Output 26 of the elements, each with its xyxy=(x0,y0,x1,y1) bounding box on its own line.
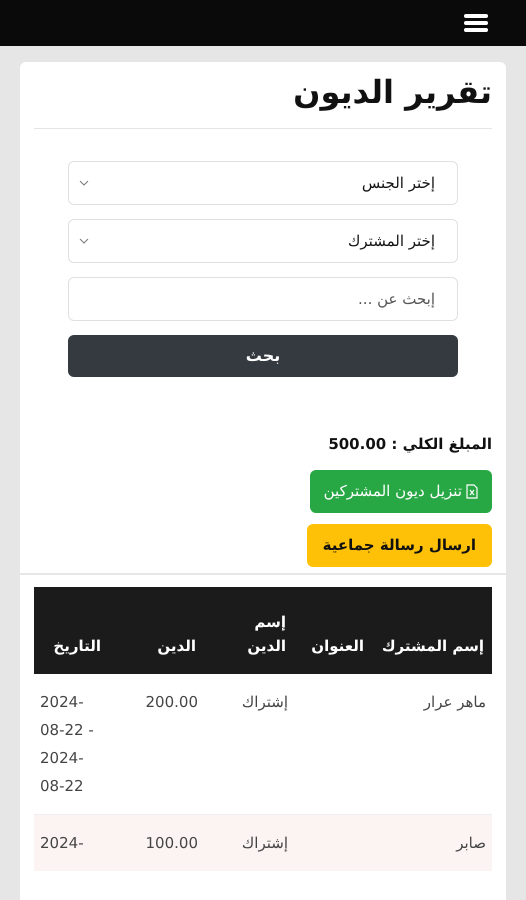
page-title: تقرير الديون xyxy=(34,68,492,129)
table-cell: 2024-08-22 - 2024-08-22 xyxy=(34,674,109,814)
spreadsheet-file-icon xyxy=(466,484,478,498)
chevron-icon xyxy=(79,238,89,244)
search-button[interactable]: بحث xyxy=(68,335,458,377)
column-header: العنوان xyxy=(294,586,372,674)
table-cell: ماهر عرار xyxy=(372,674,492,814)
column-header: التاريخ xyxy=(34,586,109,674)
column-header: إسم المشترك xyxy=(372,586,492,674)
group-message-button[interactable]: ارسال رسالة جماعية xyxy=(306,524,492,566)
table-cell: إشتراك xyxy=(204,674,294,814)
table-cell: 2024- xyxy=(34,814,109,870)
column-header: الدين xyxy=(109,586,204,674)
total-amount: المبلغ الكلي : 500.00 xyxy=(327,434,492,455)
select-field[interactable]: إختر الجنس xyxy=(68,161,458,205)
select-value: إختر المشترك xyxy=(348,230,435,252)
select-field[interactable]: إختر المشترك xyxy=(68,219,458,263)
table-cell: 100.00 xyxy=(109,814,204,870)
table-cell: 200.00 xyxy=(109,674,204,814)
table-cell: صابر xyxy=(372,814,492,870)
search-field[interactable]: إبحث عن ... xyxy=(68,277,458,321)
chevron-icon xyxy=(79,180,89,186)
menu-button[interactable] xyxy=(464,14,488,32)
table-cell: إشتراك xyxy=(204,814,294,870)
select-value: إختر الجنس xyxy=(362,172,435,194)
column-header: إسم الدين xyxy=(204,586,294,674)
